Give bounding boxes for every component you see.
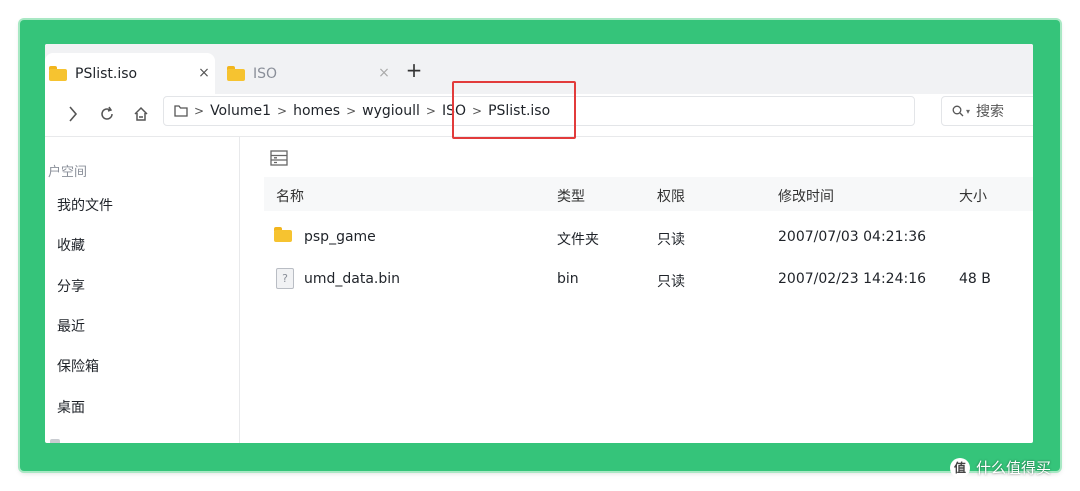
file-permission: 只读	[657, 274, 685, 290]
sidebar-heading: 户空间	[48, 165, 88, 180]
table-row[interactable]: ? umd_data.bin bin 只读 2007/02/23 14:24:1…	[264, 259, 1033, 301]
tab-pslist[interactable]: PSlist.iso ×	[45, 53, 215, 94]
brand-logo-icon: 值	[950, 457, 970, 478]
close-icon[interactable]: ×	[195, 64, 213, 82]
chevron-down-icon: ▾	[966, 106, 971, 116]
file-name: umd_data.bin	[304, 271, 401, 287]
search-placeholder: 搜索	[976, 104, 1005, 120]
sidebar-item-desktop[interactable]: 桌面	[57, 397, 85, 417]
home-icon	[134, 106, 148, 121]
home-button[interactable]	[129, 102, 153, 126]
watermark: 值 什么值得买	[950, 457, 1051, 478]
separator-icon: >	[346, 104, 357, 118]
file-modified: 2007/07/03 04:21:36	[778, 229, 927, 245]
file-type: 文件夹	[557, 232, 599, 248]
tab-label: ISO	[253, 65, 278, 82]
file-name: psp_game	[304, 229, 376, 245]
refresh-icon	[101, 106, 113, 120]
sidebar-item-vault[interactable]: 保险箱	[57, 356, 99, 376]
table-header: 名称 类型 权限 修改时间 大小	[264, 177, 1033, 211]
crumb-user[interactable]: wygioull	[362, 103, 420, 119]
file-list-panel: 名称 类型 权限 修改时间 大小 psp_game 文件夹 只读 2007/07…	[240, 137, 1033, 443]
new-tab-button[interactable]: +	[402, 58, 426, 82]
column-permission[interactable]: 权限	[657, 186, 685, 206]
search-input[interactable]: ▾ 搜索	[941, 96, 1033, 126]
file-modified: 2007/02/23 14:24:16	[778, 271, 927, 287]
sidebar: 户空间 我的文件 收藏 分享 最近 保险箱 桌面	[45, 137, 240, 443]
forward-button[interactable]	[61, 102, 85, 126]
folder-icon	[227, 66, 245, 81]
annotation-highlight-box	[452, 81, 576, 139]
search-icon	[952, 105, 964, 117]
refresh-button[interactable]	[95, 102, 119, 126]
sidebar-item-my-files[interactable]: 我的文件	[57, 195, 113, 215]
column-modified[interactable]: 修改时间	[778, 186, 834, 206]
column-type[interactable]: 类型	[557, 186, 585, 206]
sidebar-scrollbar[interactable]	[50, 439, 60, 443]
separator-icon: >	[425, 104, 436, 118]
file-size: 48 B	[959, 271, 991, 287]
table-row[interactable]: psp_game 文件夹 只读 2007/07/03 04:21:36	[264, 217, 1033, 259]
folder-icon	[49, 66, 67, 81]
close-icon[interactable]: ×	[375, 64, 393, 82]
tab-iso[interactable]: ISO ×	[223, 53, 395, 94]
sidebar-item-recent[interactable]: 最近	[57, 316, 85, 336]
separator-icon: >	[194, 104, 205, 118]
watermark-text: 什么值得买	[976, 459, 1052, 477]
sidebar-item-favorites[interactable]: 收藏	[57, 235, 85, 255]
folder-icon	[274, 227, 295, 245]
crumb-volume1[interactable]: Volume1	[210, 103, 271, 119]
crumb-homes[interactable]: homes	[293, 103, 340, 119]
folder-outline-icon	[174, 105, 188, 117]
chevron-right-icon	[69, 106, 78, 122]
file-type: bin	[557, 271, 579, 287]
sidebar-item-shared[interactable]: 分享	[57, 276, 85, 296]
column-name[interactable]: 名称	[276, 186, 304, 206]
separator-icon: >	[277, 104, 288, 118]
column-size[interactable]: 大小	[959, 186, 987, 206]
tab-label: PSlist.iso	[75, 65, 138, 82]
file-manager-window: PSlist.iso × ISO × + > Volume1 > homes >…	[45, 44, 1033, 443]
list-view-icon[interactable]	[270, 150, 288, 166]
file-permission: 只读	[657, 232, 685, 248]
unknown-file-icon: ?	[276, 268, 294, 289]
